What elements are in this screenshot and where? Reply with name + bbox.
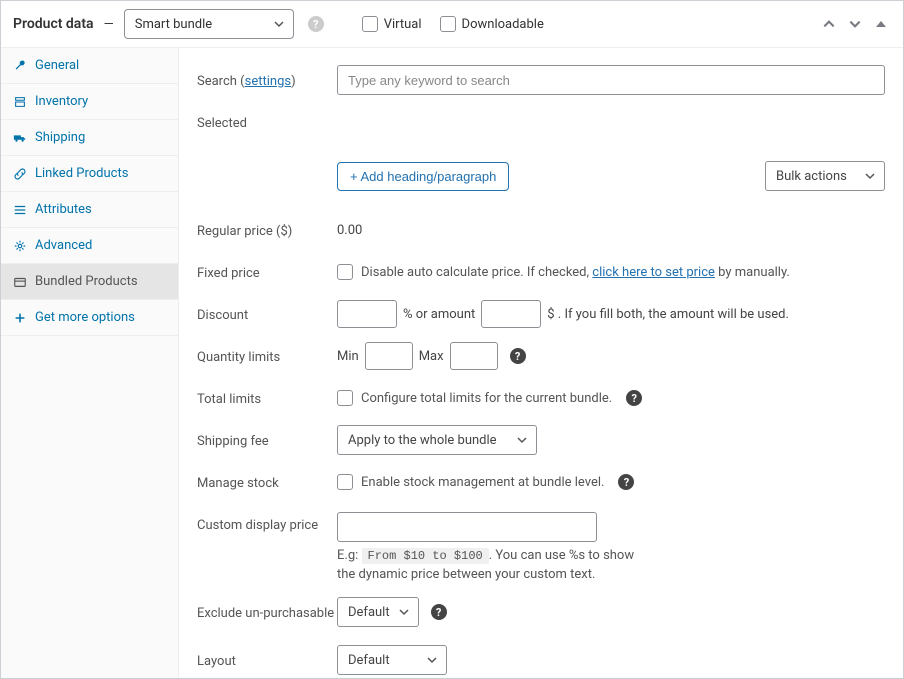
custom-price-label: Custom display price (197, 512, 337, 533)
sidebar-item-inventory[interactable]: Inventory (1, 84, 178, 120)
set-price-link[interactable]: click here to set price (592, 265, 715, 280)
product-type-value: Smart bundle (135, 17, 212, 32)
shipping-fee-select[interactable]: Apply to the whole bundle (337, 425, 537, 455)
qty-min-input[interactable] (365, 342, 413, 370)
sidebar-item-shipping[interactable]: Shipping (1, 120, 178, 156)
help-icon[interactable]: ? (618, 474, 634, 490)
add-heading-button[interactable]: + Add heading/paragraph (337, 162, 509, 191)
chevron-down-icon (516, 434, 528, 446)
plus-icon (13, 311, 27, 325)
wrench-icon (13, 59, 27, 73)
sidebar-item-bundled[interactable]: Bundled Products (1, 264, 178, 300)
virtual-checkbox[interactable] (362, 16, 378, 32)
link-icon (13, 167, 27, 181)
sidebar-item-label: Get more options (35, 310, 135, 325)
panel-body: General Inventory Shipping (1, 48, 903, 678)
exclude-select[interactable]: Default (337, 597, 419, 627)
qty-limits-label: Quantity limits (197, 348, 337, 365)
help-icon[interactable]: ? (626, 390, 642, 406)
search-input[interactable] (337, 65, 885, 95)
panel-title: Product data (13, 16, 94, 32)
sidebar-item-linked[interactable]: Linked Products (1, 156, 178, 192)
fixed-price-checkbox[interactable] (337, 264, 353, 280)
discount-percent-input[interactable] (337, 300, 397, 328)
virtual-label: Virtual (384, 17, 422, 32)
list-icon (13, 203, 27, 217)
sidebar-item-label: Attributes (35, 202, 92, 217)
regular-price-value: 0.00 (337, 223, 362, 238)
chevron-down-icon (426, 654, 438, 666)
sidebar-item-getmore[interactable]: Get more options (1, 300, 178, 336)
qty-max-label: Max (419, 349, 444, 364)
layout-select[interactable]: Default (337, 645, 447, 675)
truck-icon (13, 131, 27, 145)
bulk-actions-select[interactable]: Bulk actions (765, 161, 885, 191)
manage-stock-label: Manage stock (197, 474, 337, 491)
chevron-up-icon[interactable] (819, 14, 839, 34)
fixed-price-label: Fixed price (197, 264, 337, 281)
total-limits-label: Total limits (197, 390, 337, 407)
sidebar-item-attributes[interactable]: Attributes (1, 192, 178, 228)
sidebar-item-label: Bundled Products (35, 274, 138, 289)
help-icon[interactable]: ? (308, 16, 324, 32)
eg-code: From $10 to $100 (362, 548, 489, 564)
sidebar-item-label: Shipping (35, 130, 85, 145)
collapse-icon[interactable] (871, 14, 891, 34)
sidebar-item-label: General (35, 58, 79, 73)
exclude-label: Exclude un-purchasable (197, 604, 337, 621)
panel-header: Product data — Smart bundle ? Virtual Do… (1, 1, 903, 48)
inventory-icon (13, 95, 27, 109)
search-label: Search (settings) (197, 72, 337, 89)
discount-mid-text: % or amount (403, 307, 475, 322)
total-limits-text: Configure total limits for the current b… (361, 391, 612, 406)
exclude-value: Default (348, 605, 390, 620)
selected-label: Selected (197, 114, 337, 131)
gear-icon (13, 239, 27, 253)
manage-stock-checkbox[interactable] (337, 474, 353, 490)
discount-label: Discount (197, 306, 337, 323)
manage-stock-text: Enable stock management at bundle level. (361, 475, 604, 490)
custom-price-eg: E.g: From $10 to $100. You can use %s to… (337, 548, 634, 563)
custom-price-line2: the dynamic price between your custom te… (337, 567, 885, 582)
sidebar-item-label: Linked Products (35, 166, 128, 181)
discount-suffix: $ . If you fill both, the amount will be… (547, 307, 789, 322)
dash: — (104, 17, 114, 32)
chevron-down-icon (864, 170, 876, 182)
product-data-panel: Product data — Smart bundle ? Virtual Do… (0, 0, 904, 679)
shipping-fee-label: Shipping fee (197, 432, 337, 449)
total-limits-checkbox[interactable] (337, 390, 353, 406)
content: Search (settings) Selected + Add heading… (179, 48, 903, 678)
product-type-select[interactable]: Smart bundle (124, 9, 294, 39)
qty-min-label: Min (337, 349, 359, 364)
sidebar-item-general[interactable]: General (1, 48, 178, 84)
custom-price-input[interactable] (337, 512, 597, 542)
sidebar-item-label: Inventory (35, 94, 88, 109)
chevron-down-icon[interactable] (845, 14, 865, 34)
sidebar-item-advanced[interactable]: Advanced (1, 228, 178, 264)
sidebar: General Inventory Shipping (1, 48, 179, 678)
downloadable-label: Downloadable (462, 17, 544, 32)
fixed-price-text: Disable auto calculate price. If checked… (361, 265, 790, 280)
chevron-down-icon (398, 606, 410, 618)
discount-amount-input[interactable] (481, 300, 541, 328)
help-icon[interactable]: ? (431, 604, 447, 620)
search-settings-link[interactable]: settings (245, 74, 291, 89)
shipping-fee-value: Apply to the whole bundle (348, 433, 497, 448)
bulk-actions-value: Bulk actions (776, 169, 847, 184)
qty-max-input[interactable] (450, 342, 498, 370)
downloadable-checkbox[interactable] (440, 16, 456, 32)
layout-label: Layout (197, 652, 337, 669)
layout-value: Default (348, 653, 390, 668)
regular-price-label: Regular price ($) (197, 222, 337, 239)
help-icon[interactable]: ? (510, 348, 526, 364)
chevron-down-icon (273, 18, 285, 30)
sidebar-item-label: Advanced (35, 238, 92, 253)
bundle-icon (13, 275, 27, 289)
